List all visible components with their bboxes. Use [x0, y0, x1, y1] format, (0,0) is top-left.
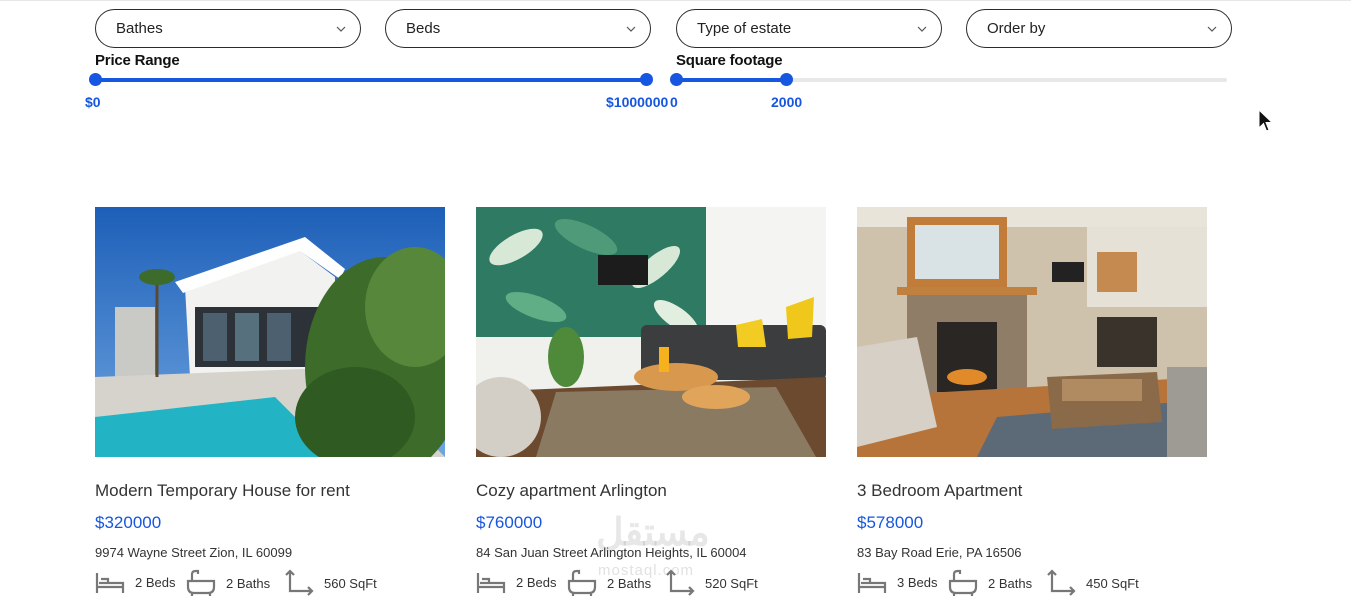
listing-photo-modern-house[interactable]	[95, 207, 445, 457]
bed-icon	[857, 573, 887, 593]
area-size: 450 SqFt	[1086, 575, 1139, 591]
bathes-select-label: Bathes	[116, 20, 163, 37]
square-footage-max-value: 2000	[771, 94, 803, 110]
price-min-handle[interactable]	[88, 73, 102, 86]
listing-title[interactable]: Cozy apartment Arlington	[476, 481, 667, 501]
mouse-cursor-icon	[1258, 109, 1274, 132]
top-divider	[0, 0, 1351, 1]
price-range-fill	[95, 78, 646, 82]
baths-count: 2 Baths	[226, 575, 271, 591]
listing-card[interactable]: Cozy apartment Arlington $760000 84 San …	[476, 207, 826, 596]
listing-card[interactable]: Modern Temporary House for rent $320000 …	[95, 207, 445, 596]
chevron-down-icon	[917, 24, 927, 34]
price-max-value: $1000000	[606, 94, 669, 110]
bathtub-icon	[948, 569, 978, 596]
bathtub-icon	[186, 569, 216, 596]
area-feature: 450 SqFt	[1046, 569, 1139, 597]
watermark-logo: مستقل	[596, 512, 710, 554]
bed-icon	[95, 573, 125, 593]
estate-type-select-label: Type of estate	[697, 20, 792, 37]
beds-count: 2 Beds	[135, 574, 176, 590]
listing-price: $578000	[857, 513, 924, 532]
beds-select-label: Beds	[406, 20, 441, 37]
bathtub-icon	[567, 569, 597, 596]
listing-address: 9974 Wayne Street Zion, IL 60099	[95, 545, 293, 560]
listing-title[interactable]: Modern Temporary House for rent	[95, 481, 350, 501]
area-size: 520 SqFt	[705, 575, 758, 591]
price-min-value: $0	[85, 94, 101, 110]
baths-feature: 2 Baths	[948, 569, 1032, 597]
bathes-select[interactable]: Bathes	[95, 9, 361, 48]
listing-photo-3-bedroom[interactable]	[857, 207, 1207, 457]
price-max-handle[interactable]	[639, 73, 653, 86]
chevron-down-icon	[626, 24, 636, 34]
order-by-select-label: Order by	[987, 20, 1046, 37]
beds-feature: 3 Beds	[857, 569, 937, 595]
watermark-url: mostaql.com	[598, 562, 695, 579]
listing-price: $320000	[95, 513, 162, 532]
beds-select[interactable]: Beds	[385, 9, 651, 48]
beds-feature: 2 Beds	[476, 569, 556, 595]
chevron-down-icon	[1207, 24, 1217, 34]
price-range-title: Price Range	[95, 52, 180, 69]
area-icon	[285, 569, 314, 596]
listing-address: 83 Bay Road Erie, PA 16506	[857, 545, 1022, 560]
beds-count: 2 Beds	[516, 574, 557, 590]
area-icon	[1047, 569, 1076, 596]
listing-photo-cozy-apartment[interactable]	[476, 207, 826, 457]
baths-count: 2 Baths	[988, 575, 1033, 591]
square-footage-title: Square footage	[676, 52, 783, 69]
square-footage-fill	[676, 78, 787, 82]
beds-count: 3 Beds	[897, 574, 938, 590]
listing-price: $760000	[476, 513, 543, 532]
beds-feature: 2 Beds	[95, 569, 175, 595]
area-size: 560 SqFt	[324, 575, 377, 591]
bed-icon	[476, 573, 506, 593]
square-footage-min-value: 0	[670, 94, 678, 110]
area-feature: 560 SqFt	[284, 569, 377, 597]
baths-feature: 2 Baths	[186, 569, 270, 597]
square-footage-max-handle[interactable]	[779, 73, 793, 86]
listing-card[interactable]: 3 Bedroom Apartment $578000 83 Bay Road …	[857, 207, 1207, 596]
listing-title[interactable]: 3 Bedroom Apartment	[857, 481, 1022, 501]
order-by-select[interactable]: Order by	[966, 9, 1232, 48]
estate-type-select[interactable]: Type of estate	[676, 9, 942, 48]
square-footage-min-handle[interactable]	[669, 73, 683, 86]
chevron-down-icon	[336, 24, 346, 34]
